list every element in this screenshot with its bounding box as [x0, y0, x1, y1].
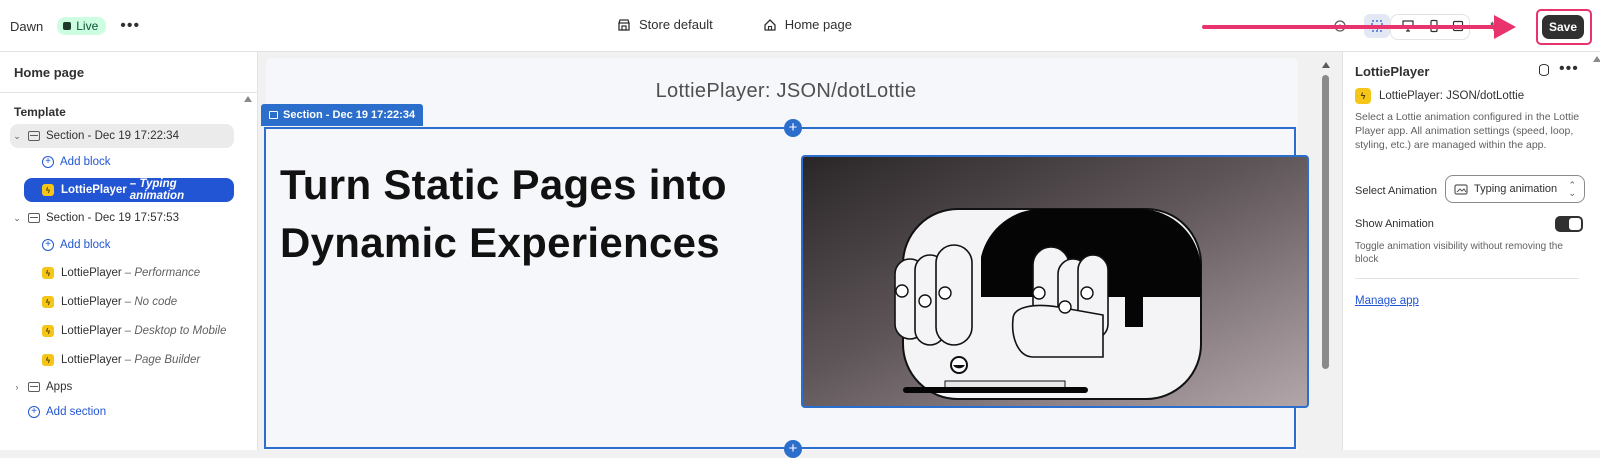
manage-app-link[interactable]: Manage app	[1355, 295, 1419, 307]
add-block-button[interactable]: + Add block	[42, 233, 192, 257]
block-subtitle: – Desktop to Mobile	[124, 325, 227, 337]
block-name: LottiePlayer	[61, 325, 122, 337]
chevron-down-icon[interactable]: ⌄	[10, 131, 24, 142]
lottie-block-icon: ϟ	[42, 267, 54, 279]
select-animation-label: Select Animation	[1355, 185, 1437, 197]
block-subtitle: – Performance	[124, 267, 201, 279]
hero-title: Turn Static Pages into Dynamic Experienc…	[280, 161, 727, 266]
lottie-animation-preview[interactable]	[801, 155, 1309, 408]
lottie-block-icon: ϟ	[41, 184, 54, 196]
store-icon	[618, 18, 630, 31]
panel-title: LottiePlayer	[1355, 64, 1430, 79]
tree-block-typing-animation[interactable]: ϟ LottiePlayer – Typing animation	[24, 178, 234, 202]
typing-hands-illustration	[894, 208, 1202, 400]
tree-group-label: Apps	[46, 381, 73, 393]
preview-scrollbar[interactable]	[1322, 75, 1329, 369]
live-dot-icon	[63, 22, 72, 30]
block-name: LottiePlayer	[60, 184, 127, 196]
context-selectors: Store default Home page	[617, 17, 852, 32]
plus-circle-icon: +	[42, 239, 54, 251]
tree-block-desktop-to-mobile[interactable]: ϟ LottiePlayer – Desktop to Mobile	[42, 319, 234, 343]
block-subtitle: – No code	[124, 296, 178, 308]
annotation-arrow-line	[1202, 25, 1502, 29]
show-animation-toggle[interactable]	[1555, 216, 1583, 232]
block-name: LottiePlayer	[61, 296, 122, 308]
tree-section-label: Section - Dec 19 17:57:53	[46, 212, 179, 224]
add-section-button[interactable]: + Add section	[28, 400, 178, 424]
save-button[interactable]: Save	[1542, 15, 1584, 39]
block-subtitle: – Typing animation	[129, 178, 185, 202]
tree-block-page-builder[interactable]: ϟ LottiePlayer – Page Builder	[42, 348, 234, 372]
settings-panel: LottiePlayer ••• ϟ LottiePlayer: JSON/do…	[1342, 52, 1600, 450]
sidebar-title: Home page	[14, 65, 85, 80]
page-selector-label: Home page	[784, 17, 852, 32]
section-tag-label: Section - Dec 19 17:22:34	[283, 109, 416, 121]
more-actions-button[interactable]: •••	[120, 18, 140, 34]
lottie-block-icon: ϟ	[42, 354, 54, 366]
plus-circle-icon: +	[28, 406, 40, 418]
add-block-button[interactable]: + Add block	[42, 150, 192, 174]
preview-app-heading: LottiePlayer: JSON/dotLottie	[655, 80, 917, 102]
tree-block-no-code[interactable]: ϟ LottiePlayer – No code	[42, 290, 234, 314]
panel-app-info: ϟ LottiePlayer: JSON/dotLottie	[1355, 88, 1524, 104]
panel-scroll-up-icon[interactable]	[1593, 56, 1600, 62]
panel-more-button[interactable]: •••	[1559, 60, 1579, 78]
theme-name: Dawn	[10, 18, 44, 34]
store-selector[interactable]: Store default	[617, 17, 713, 32]
add-section-above-button[interactable]: +	[784, 119, 802, 137]
live-badge: Live	[57, 17, 107, 35]
add-section-below-button[interactable]: +	[784, 440, 802, 458]
section-icon	[28, 131, 40, 141]
tree-block-performance[interactable]: ϟ LottiePlayer – Performance	[42, 261, 234, 285]
live-badge-label: Live	[76, 19, 99, 33]
select-caret-icon: ⌃ ⌄	[1568, 180, 1576, 198]
chevron-right-icon[interactable]: ›	[10, 382, 24, 392]
lottie-app-icon: ϟ	[1355, 88, 1371, 104]
section-icon	[28, 213, 40, 223]
home-icon	[764, 18, 776, 31]
sidebar: Home page Template ⌄ Section - Dec 19 17…	[0, 52, 258, 450]
section-tag[interactable]: Section - Dec 19 17:22:34	[261, 104, 424, 126]
panel-divider	[1355, 278, 1579, 279]
database-icon[interactable]	[1539, 64, 1549, 76]
add-block-label: Add block	[60, 156, 111, 168]
page-selector[interactable]: Home page	[763, 17, 852, 32]
image-icon	[1454, 184, 1468, 195]
select-animation-value: Typing animation	[1474, 183, 1558, 195]
block-name: LottiePlayer	[61, 354, 122, 366]
template-label: Template	[14, 105, 66, 119]
panel-description: Select a Lottie animation configured in …	[1355, 111, 1580, 151]
annotation-arrow-head	[1494, 15, 1516, 39]
block-subtitle: – Page Builder	[124, 354, 201, 366]
sidebar-divider	[0, 92, 258, 93]
add-block-label: Add block	[60, 239, 111, 251]
sidebar-scroll-up-icon[interactable]	[244, 96, 252, 102]
show-animation-label: Show Animation	[1355, 218, 1434, 230]
tree-section-2[interactable]: ⌄ Section - Dec 19 17:57:53	[10, 206, 234, 230]
section-tag-icon	[269, 111, 278, 119]
lottie-block-icon: ϟ	[42, 296, 54, 308]
plus-circle-icon: +	[42, 156, 54, 168]
lottie-block-icon: ϟ	[42, 325, 54, 337]
store-selector-label: Store default	[639, 17, 713, 32]
tree-group-apps[interactable]: › Apps	[10, 375, 234, 399]
panel-app-name: LottiePlayer: JSON/dotLottie	[1379, 90, 1525, 102]
tree-section-1[interactable]: ⌄ Section - Dec 19 17:22:34	[10, 124, 234, 148]
chevron-down-icon[interactable]: ⌄	[10, 213, 24, 224]
theme-info: Dawn Live •••	[10, 17, 140, 35]
editor-topbar: Dawn Live ••• Store default Home page Sa…	[0, 0, 1600, 52]
select-animation-dropdown[interactable]: Typing animation ⌃ ⌄	[1445, 175, 1585, 203]
show-animation-help: Toggle animation visibility without remo…	[1355, 241, 1563, 265]
preview-scroll-up-icon[interactable]	[1322, 62, 1330, 68]
section-icon	[28, 382, 40, 392]
tree-section-label: Section - Dec 19 17:22:34	[46, 130, 179, 142]
block-name: LottiePlayer	[61, 267, 122, 279]
add-section-label: Add section	[46, 406, 107, 418]
